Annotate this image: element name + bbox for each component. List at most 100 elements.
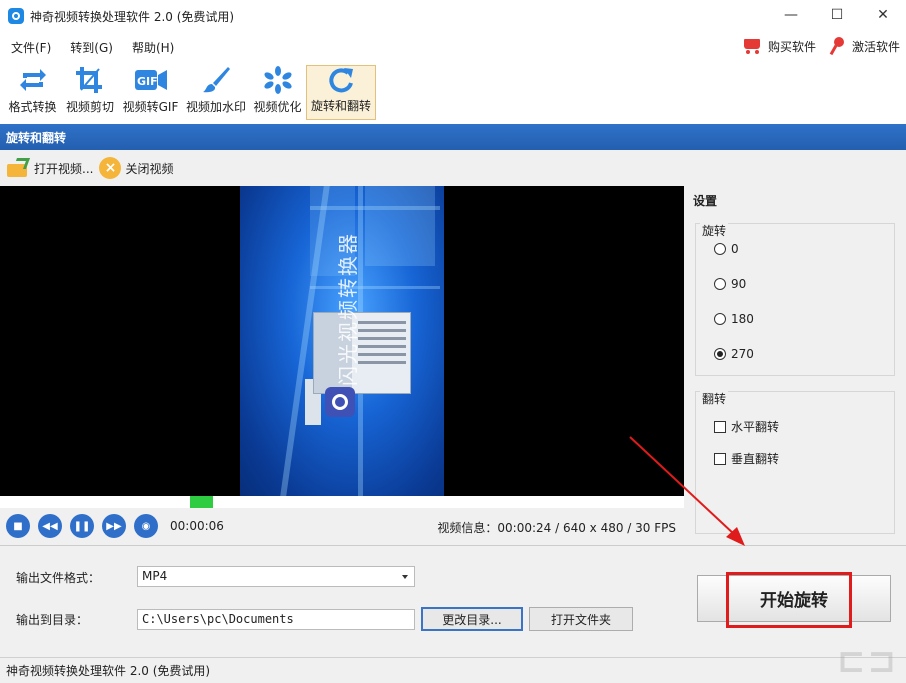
minimize-button[interactable]: —	[768, 0, 814, 30]
output-dir-label: 输出到目录：	[16, 613, 89, 627]
rotate-option-label: 270	[731, 347, 754, 361]
app-badge-icon	[325, 387, 355, 417]
section-title: 旋转和翻转	[6, 130, 67, 145]
camera-icon: ◉	[141, 520, 151, 532]
flip-horizontal-option[interactable]: 水平翻转	[714, 418, 779, 435]
progress-handle[interactable]	[190, 496, 213, 508]
tool-label: 视频加水印	[185, 100, 246, 114]
tool-label: 旋转和翻转	[310, 99, 371, 113]
tool-add-watermark[interactable]: 视频加水印	[183, 65, 249, 120]
open-video-button[interactable]: 打开视频...	[6, 158, 93, 178]
menu-goto[interactable]: 转到(G)	[62, 39, 121, 56]
rotate-group-title: 旋转	[700, 222, 729, 239]
rotate-option-180[interactable]: 180	[714, 312, 754, 326]
rewind-icon: ◀◀	[42, 520, 58, 532]
menu-help[interactable]: 帮助(H)	[124, 39, 182, 56]
snapshot-button[interactable]: ◉	[134, 514, 158, 538]
tool-video-optimize[interactable]: 视频优化	[250, 65, 305, 120]
refresh-arrows-icon	[16, 65, 50, 95]
tool-video-to-gif[interactable]: GIF 视频转GIF	[119, 65, 182, 120]
app-window-thumbnail	[313, 312, 411, 394]
buy-software-label: 购买软件	[767, 39, 816, 54]
window-title: 神奇视频转换处理软件 2.0 (免费试用)	[30, 9, 235, 24]
fast-forward-button[interactable]: ▶▶	[102, 514, 126, 538]
stop-button[interactable]: ■	[6, 514, 30, 538]
pause-button[interactable]: ❚❚	[70, 514, 94, 538]
activate-software-button[interactable]: 激活软件	[826, 36, 900, 56]
close-video-label: 关闭视频	[125, 161, 174, 176]
close-video-icon: ×	[99, 157, 122, 179]
open-folder-label: 打开文件夹	[550, 612, 611, 627]
video-sub-toolbar: 打开视频... × 关闭视频	[0, 150, 906, 186]
flip-vertical-option[interactable]: 垂直翻转	[714, 450, 779, 467]
rotate-option-90[interactable]: 90	[714, 277, 746, 291]
radio-button[interactable]	[714, 278, 726, 290]
sparkle-icon	[261, 65, 295, 95]
key-icon	[826, 36, 848, 56]
activate-software-label: 激活软件	[851, 39, 900, 54]
change-dir-label: 更改目录...	[442, 612, 502, 627]
rotate-option-0[interactable]: 0	[714, 242, 739, 256]
video-preview[interactable]: 闪光视频转换器	[0, 186, 684, 496]
change-dir-button[interactable]: 更改目录...	[421, 607, 523, 631]
maximize-button[interactable]: ☐	[814, 0, 860, 30]
tool-label: 视频剪切	[65, 100, 114, 114]
tool-label: 格式转换	[8, 100, 57, 114]
close-button[interactable]: ✕	[860, 0, 906, 30]
tool-rotate-flip[interactable]: 旋转和翻转	[306, 65, 376, 120]
window-controls: — ☐ ✕	[768, 0, 906, 30]
flip-group-title: 翻转	[700, 390, 729, 407]
corner-watermark-logo: ⊏⊐	[837, 641, 898, 681]
brush-icon	[199, 65, 233, 95]
tool-format-convert[interactable]: 格式转换	[4, 65, 61, 120]
chevron-down-icon	[402, 575, 408, 579]
status-text: 神奇视频转换处理软件 2.0 (免费试用)	[6, 664, 211, 678]
main-toolbar: 格式转换 视频剪切 GIF 视频转GIF 视频加水印 视频优化 旋转和翻转	[0, 62, 906, 124]
flip-horizontal-checkbox[interactable]	[714, 420, 726, 433]
format-select[interactable]: MP4	[137, 566, 415, 587]
flip-option-label: 垂直翻转	[731, 452, 780, 466]
flip-group: 翻转 水平翻转 垂直翻转	[695, 390, 895, 534]
video-info: 视频信息：00:00:24 / 640 x 480 / 30 FPS	[437, 521, 676, 535]
tool-label: 视频转GIF	[122, 100, 179, 114]
open-folder-icon	[6, 158, 30, 178]
settings-panel: 设置 旋转 0 90 180 270 翻转 水平翻转 垂直翻转	[686, 186, 906, 545]
flip-vertical-checkbox[interactable]	[714, 452, 726, 465]
close-video-button[interactable]: × 关闭视频	[99, 157, 173, 179]
shopping-cart-icon	[742, 36, 764, 56]
menu-bar: 文件(F) 转到(G) 帮助(H) 购买软件 激活软件	[0, 32, 906, 62]
open-video-label: 打开视频...	[34, 161, 94, 176]
radio-button[interactable]	[714, 313, 726, 325]
highlight-frame	[726, 572, 852, 628]
current-time: 00:00:06	[170, 519, 224, 533]
tool-video-cut[interactable]: 视频剪切	[62, 65, 118, 120]
status-bar: 神奇视频转换处理软件 2.0 (免费试用) ⊏⊐	[0, 641, 906, 683]
video-progress-track[interactable]	[0, 496, 684, 508]
gif-icon: GIF	[134, 65, 168, 95]
format-value: MP4	[142, 569, 168, 583]
buy-software-button[interactable]: 购买软件	[742, 36, 816, 56]
output-dir-value: C:\Users\pc\Documents	[142, 612, 294, 626]
rotate-icon	[324, 66, 358, 94]
rotate-group: 旋转 0 90 180 270	[695, 222, 895, 376]
radio-button-selected[interactable]	[714, 348, 726, 360]
rotate-option-270[interactable]: 270	[714, 347, 754, 361]
video-frame: 闪光视频转换器	[240, 186, 444, 496]
open-folder-button[interactable]: 打开文件夹	[529, 607, 633, 631]
app-logo-icon	[8, 8, 24, 24]
pause-icon: ❚❚	[73, 520, 91, 532]
settings-title: 设置	[693, 194, 718, 208]
flip-option-label: 水平翻转	[731, 420, 780, 434]
tool-label: 视频优化	[253, 100, 302, 114]
menu-file[interactable]: 文件(F)	[3, 39, 59, 56]
svg-text:GIF: GIF	[137, 75, 158, 88]
rotate-option-label: 90	[731, 277, 747, 291]
crop-icon	[73, 65, 107, 95]
stop-icon: ■	[13, 520, 23, 532]
section-title-bar: 旋转和翻转	[0, 124, 906, 150]
output-dir-field[interactable]: C:\Users\pc\Documents	[137, 609, 415, 630]
video-overlay-text: 闪光视频转换器	[336, 232, 360, 386]
radio-button[interactable]	[714, 243, 726, 255]
playback-controls: ■ ◀◀ ❚❚ ▶▶ ◉ 00:00:06 视频信息：00:00:24 / 64…	[0, 508, 684, 544]
rewind-button[interactable]: ◀◀	[38, 514, 62, 538]
